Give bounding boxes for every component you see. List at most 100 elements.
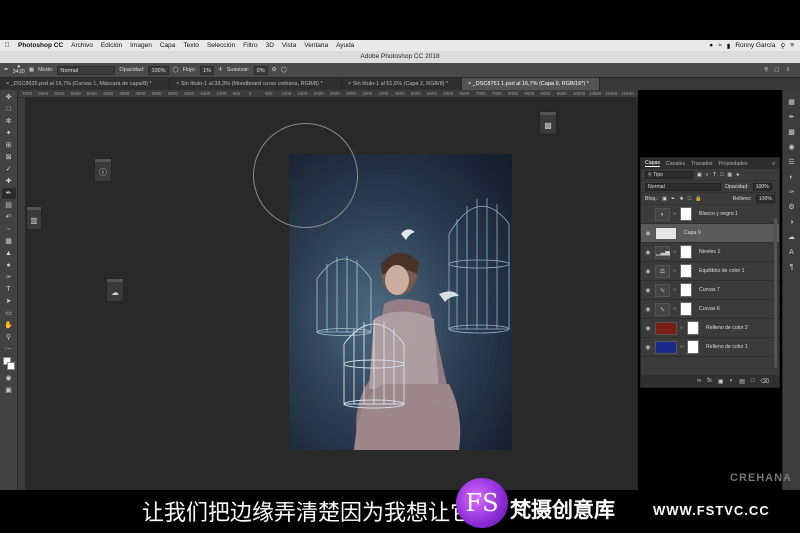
- brush-panel-icon[interactable]: ▦: [29, 67, 34, 73]
- dodge-tool-icon[interactable]: ●: [2, 260, 16, 271]
- menu-list-icon[interactable]: ≡: [790, 42, 794, 49]
- layer-mask-thumbnail[interactable]: [680, 264, 692, 278]
- tab-canales[interactable]: Canales: [666, 161, 685, 167]
- menu-edicion[interactable]: Edición: [101, 42, 122, 49]
- layer-mask-thumbnail[interactable]: [680, 245, 692, 259]
- filter-shape-icon[interactable]: □: [720, 172, 723, 178]
- layers-icon[interactable]: ☰: [787, 158, 797, 167]
- pen-tool-icon[interactable]: ✑: [2, 272, 16, 283]
- lock-pixels-icon[interactable]: ✒: [671, 196, 675, 202]
- lasso-tool-icon[interactable]: ✼: [2, 116, 16, 127]
- visibility-eye-icon[interactable]: ◉: [644, 306, 652, 313]
- floating-collapsed-panel[interactable]: ▥: [26, 206, 42, 230]
- menu-ayuda[interactable]: Ayuda: [336, 42, 354, 49]
- visibility-eye-icon[interactable]: ◉: [644, 325, 652, 332]
- menu-vista[interactable]: Vista: [282, 42, 296, 49]
- tab-dsc8751[interactable]: × _DSC8751 1.psd al 16,7% (Capa 9, RGB/1…: [462, 78, 600, 90]
- history-brush-tool-icon[interactable]: ↶: [2, 212, 16, 223]
- trash-icon[interactable]: ⌫: [761, 378, 769, 385]
- adjustments-icon[interactable]: ◑: [787, 218, 797, 227]
- floating-histogram-panel[interactable]: ▩: [539, 111, 557, 135]
- path-select-tool-icon[interactable]: ➤: [2, 296, 16, 307]
- add-mask-icon[interactable]: ▣: [718, 378, 724, 385]
- quick-mask-icon[interactable]: ◉: [2, 373, 16, 384]
- tab-dsc8635[interactable]: × _DSC8635.psd al 16,7% (Curvas 1, Másca…: [0, 78, 170, 90]
- hand-tool-icon[interactable]: ✋: [2, 320, 16, 331]
- tab-capa-2[interactable]: × Sin título-1 al 51,6% (Capa 2, RGB/8) …: [342, 78, 462, 90]
- brush-tool-icon[interactable]: ✒: [1, 188, 16, 199]
- floating-cloud-panel[interactable]: ☁: [106, 278, 124, 302]
- cloud-icon[interactable]: ☁: [111, 288, 119, 297]
- wifi-icon[interactable]: ≈: [718, 42, 722, 49]
- layer-row[interactable]: ◉ ∞ Relleno de color 1: [641, 338, 779, 357]
- user-name[interactable]: Ronny García: [735, 42, 775, 49]
- color-icon[interactable]: ◉: [787, 143, 797, 152]
- new-layer-icon[interactable]: □: [751, 378, 755, 384]
- link-chain-icon[interactable]: ∞: [673, 306, 677, 312]
- brush-settings-icon[interactable]: ✒: [787, 113, 797, 122]
- layer-filter-select[interactable]: ⚲ Tipo: [645, 170, 693, 179]
- layer-row[interactable]: ◉ ∞ Relleno de color 2: [641, 319, 779, 338]
- healing-tool-icon[interactable]: ✚: [2, 176, 16, 187]
- menu-archivo[interactable]: Archivo: [71, 42, 93, 49]
- layer-row[interactable]: ◐ ∞ Blanco y negro 1: [641, 205, 779, 224]
- menu-texto[interactable]: Texto: [183, 42, 199, 49]
- frame-tool-icon[interactable]: ⊠: [2, 152, 16, 163]
- brush-preset-picker[interactable]: ● 3420: [13, 64, 25, 75]
- link-chain-icon[interactable]: ∞: [673, 249, 677, 255]
- background-color[interactable]: [6, 362, 15, 370]
- layers-scrollbar[interactable]: [774, 218, 777, 368]
- menu-app[interactable]: Photoshop CC: [18, 42, 63, 49]
- link-chain-icon[interactable]: ∞: [680, 325, 684, 331]
- visibility-eye-icon[interactable]: ◉: [644, 268, 652, 275]
- blur-tool-icon[interactable]: ▲: [2, 248, 16, 259]
- swatches-icon[interactable]: ▩: [787, 128, 797, 137]
- menu-ventana[interactable]: Ventana: [304, 42, 328, 49]
- history-icon[interactable]: ▦: [787, 98, 797, 107]
- menu-seleccion[interactable]: Selección: [207, 42, 235, 49]
- fx-icon[interactable]: fx: [707, 378, 712, 384]
- layer-row[interactable]: ◉ Capa 9: [641, 224, 779, 243]
- tab-trazados[interactable]: Trazados: [691, 161, 712, 167]
- share-icon[interactable]: ⇧: [785, 67, 790, 73]
- lock-all-icon[interactable]: 🔒: [695, 196, 701, 202]
- channels-icon[interactable]: ◐: [787, 173, 797, 182]
- workspace-icon[interactable]: ▢: [774, 67, 779, 73]
- airbrush-icon[interactable]: ✈: [218, 67, 223, 73]
- smooth-field[interactable]: 0%: [253, 65, 268, 75]
- stamp-tool-icon[interactable]: ▤: [2, 200, 16, 211]
- layer-row[interactable]: ◉ ⚖ ∞ Equilibrio de color 1: [641, 262, 779, 281]
- libraries-icon[interactable]: ☁: [787, 233, 797, 242]
- layer-row[interactable]: ◉ ∿ ∞ Curvas 6: [641, 300, 779, 319]
- type-tool-icon[interactable]: T: [2, 284, 16, 295]
- paragraph-icon[interactable]: ¶: [787, 263, 797, 272]
- tab-moodboard[interactable]: × Sin título-1 al 33,3% (Moodboard curso…: [170, 78, 342, 90]
- brush-tool-icon[interactable]: ✒: [4, 67, 9, 73]
- new-group-icon[interactable]: ▤: [739, 378, 745, 385]
- info-icon[interactable]: ⓘ: [99, 168, 107, 177]
- layer-mask-thumbnail[interactable]: [680, 302, 692, 316]
- apple-icon[interactable]: : [0, 42, 14, 49]
- visibility-eye-icon[interactable]: ◉: [644, 287, 652, 294]
- color-swatches-icon[interactable]: [2, 356, 16, 372]
- adjustment-layer-icon[interactable]: ◐: [730, 378, 734, 384]
- tab-propiedades[interactable]: Propiedades: [718, 161, 747, 167]
- opacity-field[interactable]: 100%: [148, 65, 169, 75]
- pressure-opacity-icon[interactable]: ◯: [173, 67, 179, 73]
- move-tool-icon[interactable]: ✥: [2, 92, 16, 103]
- layer-mask-thumbnail[interactable]: [687, 321, 699, 335]
- layer-row[interactable]: ◉ ▁▃▅ ∞ Niveles 1: [641, 243, 779, 262]
- battery-icon[interactable]: ▮: [727, 42, 731, 50]
- menu-capa[interactable]: Capa: [160, 42, 176, 49]
- marquee-tool-icon[interactable]: □: [2, 104, 16, 115]
- flow-field[interactable]: 1%: [200, 65, 215, 75]
- layer-opacity-field[interactable]: 100%: [752, 182, 772, 191]
- layer-mask-thumbnail[interactable]: [687, 340, 699, 354]
- mode-select[interactable]: Normal: [57, 65, 116, 75]
- layer-row[interactable]: ◉ ∿ ∞ Curvas 7: [641, 281, 779, 300]
- blend-mode-select[interactable]: Normal: [645, 182, 721, 191]
- menu-imagen[interactable]: Imagen: [130, 42, 152, 49]
- layer-mask-thumbnail[interactable]: [680, 207, 692, 221]
- link-chain-icon[interactable]: ∞: [673, 211, 677, 217]
- menu-3d[interactable]: 3D: [266, 42, 274, 49]
